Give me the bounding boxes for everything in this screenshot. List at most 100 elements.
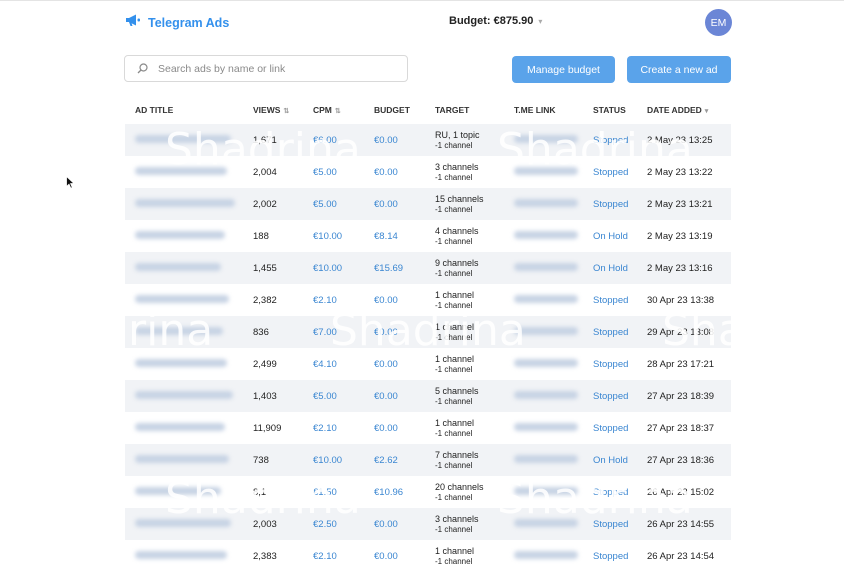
tme-link-cell[interactable] (504, 348, 583, 380)
mouse-cursor-icon (66, 175, 75, 194)
ad-title-cell[interactable] (125, 508, 243, 540)
table-row[interactable]: 11,909 €2.10 €0.00 1 channel -1 channel Stopp… (125, 412, 731, 444)
cpm-cell[interactable]: €4.10 (303, 348, 364, 380)
tme-link-cell[interactable] (504, 188, 583, 220)
status-cell[interactable]: On Hold (583, 220, 637, 252)
tme-link-cell[interactable] (504, 444, 583, 476)
budget-cell[interactable]: €0.00 (364, 412, 425, 444)
create-ad-button[interactable]: Create a new ad (627, 56, 731, 83)
tme-link-cell[interactable] (504, 412, 583, 444)
budget-cell[interactable]: €0.00 (364, 156, 425, 188)
app-logo[interactable]: Telegram Ads (125, 14, 229, 32)
budget-cell[interactable]: €0.00 (364, 284, 425, 316)
table-row[interactable]: 2,499 €4.10 €0.00 1 channel -1 channel Stoppe… (125, 348, 731, 380)
col-target[interactable]: TARGET (425, 96, 504, 124)
table-row[interactable]: 1,671 €6.00 €0.00 RU, 1 topic -1 channel Stop… (125, 124, 731, 156)
budget-display[interactable]: Budget: €875.90 ▾ (449, 15, 542, 27)
ad-title-cell[interactable] (125, 220, 243, 252)
tme-link-cell[interactable] (504, 316, 583, 348)
status-cell[interactable]: On Hold (583, 444, 637, 476)
cpm-cell[interactable]: €1.50 (303, 476, 364, 508)
table-row[interactable]: 1,455 €10.00 €15.69 9 channels -1 channel On … (125, 252, 731, 284)
cpm-cell[interactable]: €10.00 (303, 444, 364, 476)
cpm-cell[interactable]: €2.10 (303, 412, 364, 444)
col-cpm[interactable]: CPM ⇅ (303, 96, 364, 124)
cpm-cell[interactable]: €10.00 (303, 220, 364, 252)
budget-cell[interactable]: €0.00 (364, 540, 425, 572)
ad-title-cell[interactable] (125, 124, 243, 156)
budget-cell[interactable]: €0.00 (364, 124, 425, 156)
status-cell[interactable]: Stopped (583, 156, 637, 188)
status-cell[interactable]: Stopped (583, 508, 637, 540)
ad-title-cell[interactable] (125, 476, 243, 508)
status-cell[interactable]: Stopped (583, 476, 637, 508)
table-row[interactable]: 188 €10.00 €8.14 4 channels -1 channel On Hol… (125, 220, 731, 252)
table-row[interactable]: 1,403 €5.00 €0.00 5 channels -1 channel Stopp… (125, 380, 731, 412)
budget-cell[interactable]: €15.69 (364, 252, 425, 284)
status-cell[interactable]: Stopped (583, 380, 637, 412)
tme-link-cell[interactable] (504, 156, 583, 188)
cpm-cell[interactable]: €5.00 (303, 156, 364, 188)
cpm-cell[interactable]: €2.10 (303, 540, 364, 572)
status-cell[interactable]: Stopped (583, 284, 637, 316)
status-cell[interactable]: Stopped (583, 412, 637, 444)
col-views[interactable]: VIEWS ⇅ (243, 96, 303, 124)
cpm-cell[interactable]: €5.00 (303, 188, 364, 220)
cpm-cell[interactable]: €6.00 (303, 124, 364, 156)
cpm-cell[interactable]: €2.10 (303, 284, 364, 316)
col-ad-title[interactable]: AD TITLE (125, 96, 243, 124)
tme-link-cell[interactable] (504, 220, 583, 252)
table-row[interactable]: 2,382 €2.10 €0.00 1 channel -1 channel Stoppe… (125, 284, 731, 316)
budget-cell[interactable]: €10.96 (364, 476, 425, 508)
status-cell[interactable]: Stopped (583, 316, 637, 348)
ad-title-cell[interactable] (125, 380, 243, 412)
col-date-added[interactable]: DATE ADDED ▾ (637, 96, 731, 124)
ad-title-cell[interactable] (125, 284, 243, 316)
col-budget[interactable]: BUDGET (364, 96, 425, 124)
avatar[interactable]: EM (705, 9, 732, 36)
table-row[interactable]: 8,1 €1.50 €10.96 20 channels -1 channel Stopp… (125, 476, 731, 508)
tme-link-cell[interactable] (504, 476, 583, 508)
tme-link-cell[interactable] (504, 124, 583, 156)
table-row[interactable]: 2,383 €2.10 €0.00 1 channel -1 channel Stoppe… (125, 540, 731, 572)
table-row[interactable]: 2,003 €2.50 €0.00 3 channels -1 channel Stopp… (125, 508, 731, 540)
cpm-cell[interactable]: €2.50 (303, 508, 364, 540)
budget-cell[interactable]: €0.00 (364, 508, 425, 540)
budget-cell[interactable]: €0.00 (364, 316, 425, 348)
ad-title-cell[interactable] (125, 540, 243, 572)
ad-title-cell[interactable] (125, 444, 243, 476)
cpm-cell[interactable]: €10.00 (303, 252, 364, 284)
ad-title-cell[interactable] (125, 348, 243, 380)
budget-cell[interactable]: €0.00 (364, 380, 425, 412)
budget-cell[interactable]: €2.62 (364, 444, 425, 476)
table-row[interactable]: 2,004 €5.00 €0.00 3 channels -1 channel Stopp… (125, 156, 731, 188)
manage-budget-button[interactable]: Manage budget (512, 56, 615, 83)
table-row[interactable]: 836 €7.00 €0.00 1 channel -1 channel Stopped 2… (125, 316, 731, 348)
tme-link-cell[interactable] (504, 252, 583, 284)
tme-link-cell[interactable] (504, 540, 583, 572)
tme-link-cell[interactable] (504, 284, 583, 316)
budget-cell[interactable]: €0.00 (364, 188, 425, 220)
table-row[interactable]: 2,002 €5.00 €0.00 15 channels -1 channel Stop… (125, 188, 731, 220)
ad-title-cell[interactable] (125, 252, 243, 284)
status-cell[interactable]: Stopped (583, 188, 637, 220)
cpm-cell[interactable]: €7.00 (303, 316, 364, 348)
status-cell[interactable]: On Hold (583, 252, 637, 284)
tme-link-cell[interactable] (504, 380, 583, 412)
status-cell[interactable]: Stopped (583, 540, 637, 572)
cpm-cell[interactable]: €5.00 (303, 380, 364, 412)
status-cell[interactable]: Stopped (583, 124, 637, 156)
ad-title-cell[interactable] (125, 316, 243, 348)
budget-cell[interactable]: €8.14 (364, 220, 425, 252)
tme-link-cell[interactable] (504, 508, 583, 540)
budget-cell[interactable]: €0.00 (364, 348, 425, 380)
status-cell[interactable]: Stopped (583, 348, 637, 380)
ad-title-cell[interactable] (125, 412, 243, 444)
ad-title-cell[interactable] (125, 156, 243, 188)
search-input[interactable] (156, 61, 400, 76)
col-status[interactable]: STATUS (583, 96, 637, 124)
col-tme-link[interactable]: T.ME LINK (504, 96, 583, 124)
table-row[interactable]: 738 €10.00 €2.62 7 channels -1 channel On Hol… (125, 444, 731, 476)
ad-title-cell[interactable] (125, 188, 243, 220)
search-box[interactable] (124, 55, 408, 82)
